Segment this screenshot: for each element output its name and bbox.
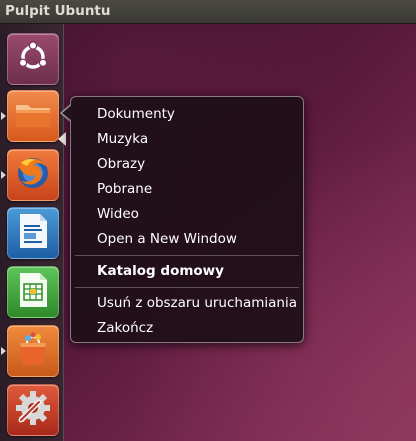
launcher — [0, 24, 66, 441]
launcher-software-center-button[interactable] — [7, 325, 59, 377]
menu-item-app-title[interactable]: Katalog domowy — [97, 263, 224, 279]
calc-icon — [16, 270, 50, 314]
running-indicator — [1, 171, 6, 179]
software-center-icon — [13, 329, 53, 373]
menu-item-documents[interactable]: Dokumenty — [97, 106, 175, 122]
quicklist-menu: Dokumenty Muzyka Obrazy Pobrane Wideo Op… — [70, 96, 304, 343]
ubuntu-home-icon — [15, 39, 51, 79]
settings-icon — [13, 388, 53, 432]
quicklist-pointer-inner — [62, 106, 71, 120]
window-title: Pulpit Ubuntu — [5, 3, 111, 19]
launcher-settings-button[interactable] — [7, 384, 59, 436]
menu-item-new-window[interactable]: Open a New Window — [97, 231, 237, 247]
menu-item-pictures[interactable]: Obrazy — [97, 156, 145, 172]
menu-separator — [75, 255, 299, 256]
launcher-writer-button[interactable] — [7, 207, 59, 259]
menu-item-downloads[interactable]: Pobrane — [97, 181, 152, 197]
writer-icon — [16, 211, 50, 255]
launcher-files-button[interactable] — [7, 90, 59, 142]
top-panel: Pulpit Ubuntu — [0, 0, 416, 24]
active-app-arrow — [58, 132, 66, 146]
menu-item-videos[interactable]: Wideo — [97, 206, 139, 222]
running-indicator — [1, 347, 6, 355]
folder-icon — [13, 97, 53, 135]
menu-item-unlock-from-launcher[interactable]: Usuń z obszaru uruchamiania — [97, 295, 297, 311]
running-indicator — [1, 112, 6, 120]
menu-item-quit[interactable]: Zakończ — [97, 320, 153, 336]
menu-item-music[interactable]: Muzyka — [97, 131, 148, 147]
menu-separator — [75, 287, 299, 288]
launcher-calc-button[interactable] — [7, 266, 59, 318]
firefox-icon — [13, 153, 53, 197]
launcher-firefox-button[interactable] — [7, 149, 59, 201]
dash-home-button[interactable] — [7, 33, 59, 85]
